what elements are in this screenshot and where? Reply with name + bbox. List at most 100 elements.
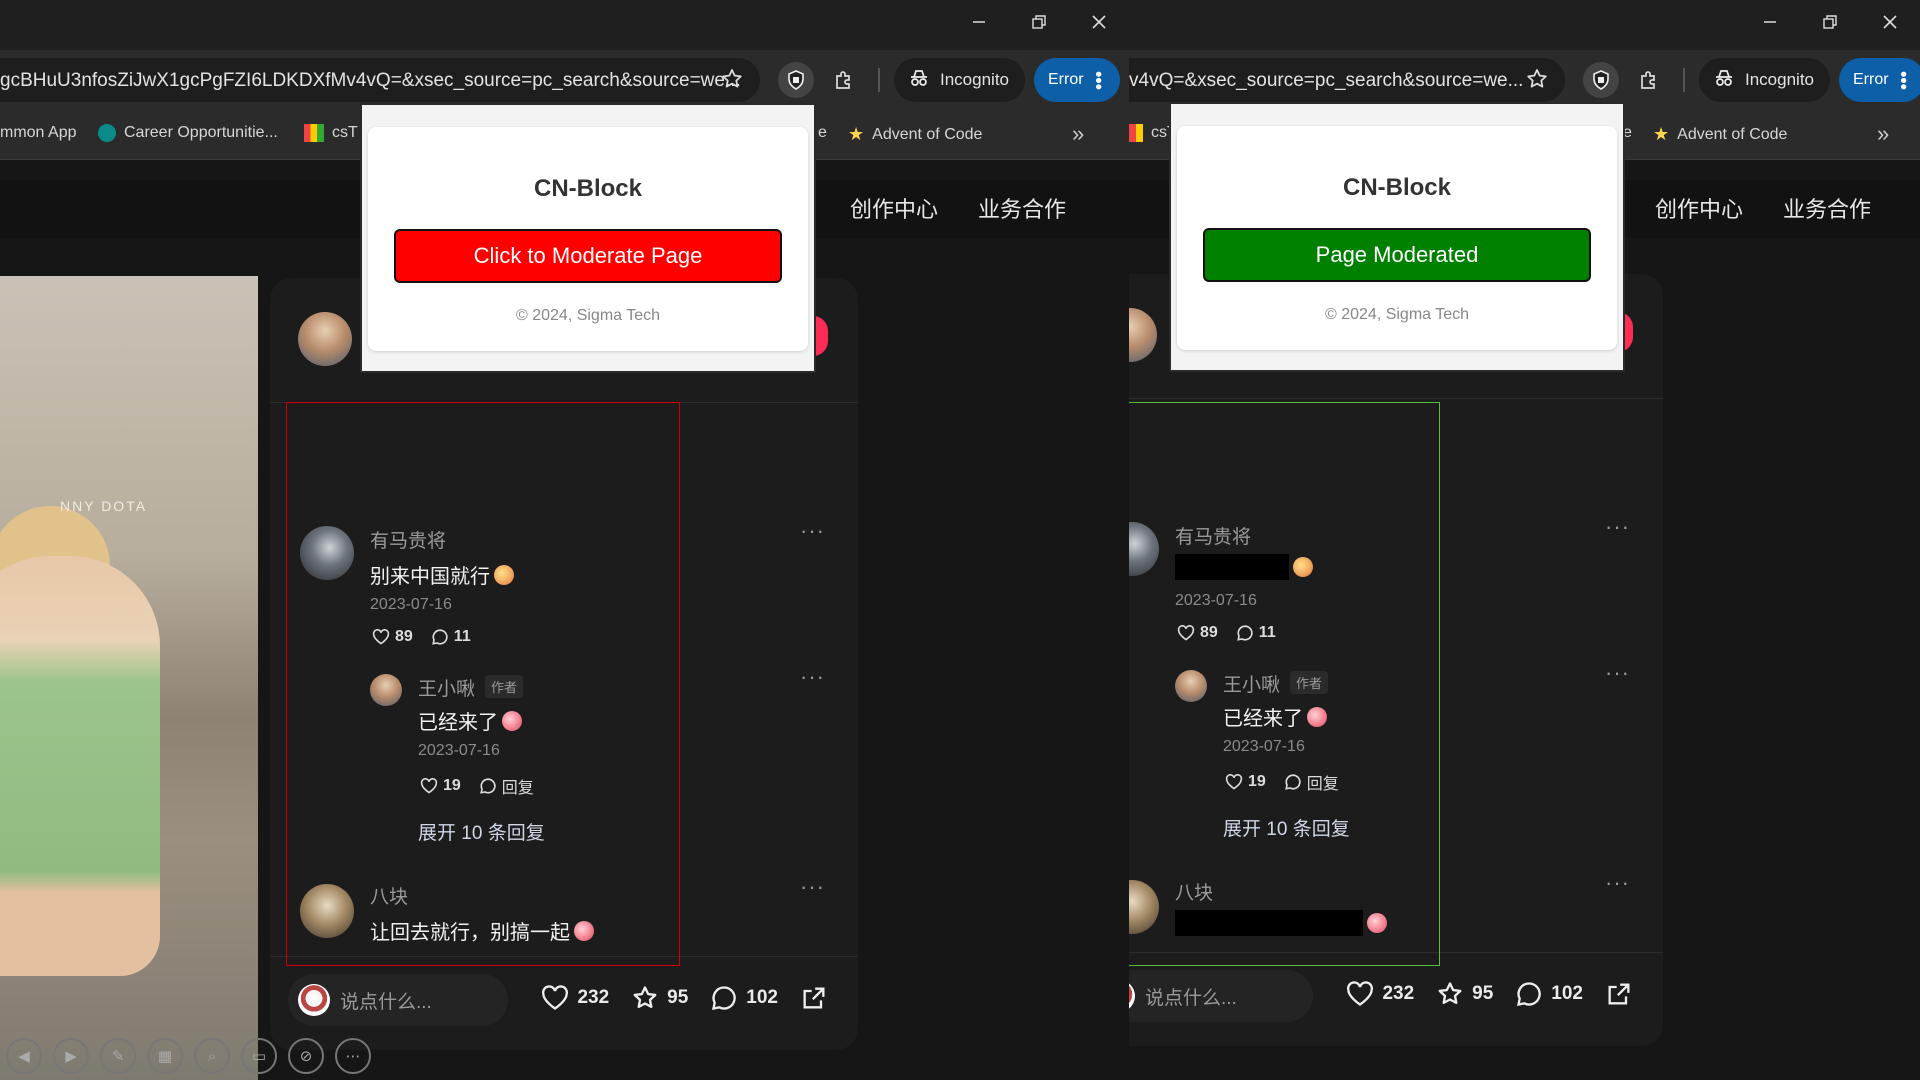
minimize-icon[interactable] [949,0,1009,44]
comment-icon [712,986,737,1010]
comment-input-placeholder: 说点什么... [1145,987,1237,1009]
comment-author[interactable]: 八块 [1175,878,1213,905]
moderate-button[interactable]: Click to Moderate Page [394,229,782,283]
bookmark-item[interactable]: Career Opportunitie... [98,124,278,142]
minimize-icon[interactable] [1740,0,1800,44]
camera-off-icon[interactable]: ⊘ [288,1038,324,1074]
zoom-icon[interactable]: ⌕ [194,1038,230,1074]
comment-icon [1517,982,1542,1006]
avatar[interactable] [1129,522,1159,576]
bookmark-item[interactable]: e [818,124,827,142]
more-options-icon[interactable]: ··· [1605,514,1630,540]
url-text[interactable]: gcBHuU3nfosZiJwX1gcPgFZI6LDKDXfMv4vQ=&xs… [0,70,741,92]
bookmark-item[interactable]: ★ Advent of Code [848,124,982,145]
reply-button[interactable]: 回复 [1284,770,1339,794]
subtitle-icon[interactable]: ▭ [241,1038,277,1074]
error-label: Error [1853,71,1889,88]
comment-date: 2023-07-16 [1175,592,1257,609]
error-button[interactable]: Error ••• [1034,58,1120,102]
more-options-icon[interactable]: ··· [1605,870,1630,896]
avatar[interactable] [1129,880,1159,934]
post-photo[interactable]: NNY DOTA [0,276,258,1080]
more-icon[interactable]: ⋯ [335,1038,371,1074]
like-button[interactable]: 89 [1177,624,1218,642]
nav-creator-center[interactable]: 创作中心 [850,192,938,224]
shield-icon[interactable] [1583,62,1619,98]
emoji-icon [1293,557,1313,577]
chevron-more-icon[interactable]: » [1877,121,1889,147]
post-like-button[interactable]: 232 [1346,981,1414,1007]
nav-business[interactable]: 业务合作 [1783,192,1871,224]
share-button[interactable] [1605,980,1633,1008]
prev-icon[interactable]: ◀ [6,1038,42,1074]
avatar[interactable] [370,674,402,706]
post-comment-button[interactable]: 102 [1515,980,1583,1008]
nav-creator-center[interactable]: 创作中心 [1655,192,1743,224]
more-options-icon[interactable]: ··· [800,664,825,690]
like-button[interactable]: 19 [1225,770,1266,794]
chevron-more-icon[interactable]: » [1072,121,1084,147]
moderated-status-button[interactable]: Page Moderated [1203,228,1591,282]
puzzle-icon[interactable] [826,62,862,98]
next-icon[interactable]: ▶ [53,1038,89,1074]
puzzle-icon[interactable] [1631,62,1667,98]
comment-author[interactable]: 王小啾 作者 [418,674,524,701]
popup-title: CN-Block [1342,174,1451,201]
redacted-comment-text [1175,554,1313,580]
more-options-icon[interactable]: ··· [800,518,825,544]
avatar[interactable] [300,884,354,938]
star-icon[interactable] [720,67,744,96]
restore-icon[interactable] [1009,0,1069,44]
share-button[interactable] [800,984,828,1012]
pen-icon[interactable]: ✎ [100,1038,136,1074]
popup-footer: © 2024, Sigma Tech [1324,306,1470,323]
avatar[interactable] [300,526,354,580]
comment-author[interactable]: 有马贵将 [1175,522,1251,549]
reply-button[interactable]: 11 [1236,624,1276,642]
author-avatar[interactable] [1129,308,1157,362]
like-button[interactable]: 89 [372,628,413,646]
like-button[interactable]: 19 [420,774,461,798]
heart-icon [1347,981,1374,1006]
advent-star-icon: ★ [848,124,865,144]
bookmark-item[interactable]: mmon App [0,124,76,142]
comment-author[interactable]: 王小啾 作者 [1223,670,1329,697]
address-bar[interactable]: v4vQ=&xsec_source=pc_search&source=we... [1129,58,1565,102]
bookmark-label: Advent of Code [1677,125,1788,143]
address-bar[interactable]: gcBHuU3nfosZiJwX1gcPgFZI6LDKDXfMv4vQ=&xs… [0,58,760,102]
grid-icon[interactable]: ▦ [147,1038,183,1074]
popup-panel: CN-Block Click to Moderate Page © 2024, … [368,127,808,351]
avatar[interactable] [1175,670,1207,702]
author-avatar[interactable] [298,312,352,366]
comment-text: 已经来了 [418,706,522,735]
post-collect-button[interactable]: 95 [631,984,688,1012]
comment-author[interactable]: 八块 [370,882,408,909]
comment-input[interactable]: 说点什么... [1129,970,1313,1022]
post-like-button[interactable]: 232 [541,985,609,1011]
shield-icon[interactable] [778,62,814,98]
close-icon[interactable] [1069,0,1129,44]
like-count: 19 [1248,773,1266,790]
reply-button[interactable]: 回复 [479,774,534,798]
error-button[interactable]: Error ••• [1839,58,1920,102]
expand-replies-link[interactable]: 展开 10 条回复 [418,818,545,845]
comment-input[interactable]: 说点什么... [288,974,508,1026]
post-comment-button[interactable]: 102 [710,984,778,1012]
close-icon[interactable] [1860,0,1920,44]
restore-icon[interactable] [1800,0,1860,44]
post-collect-button[interactable]: 95 [1436,980,1493,1008]
star-icon[interactable] [1525,67,1549,96]
incognito-badge[interactable]: Incognito [894,58,1025,102]
nav-business[interactable]: 业务合作 [978,192,1066,224]
bookmark-item[interactable]: ★ Advent of Code [1653,124,1787,145]
reply-button[interactable]: 11 [431,628,471,646]
url-text[interactable]: v4vQ=&xsec_source=pc_search&source=we... [1129,70,1523,92]
incognito-icon [908,68,930,93]
expand-replies-link[interactable]: 展开 10 条回复 [1223,814,1350,841]
incognito-badge[interactable]: Incognito [1699,58,1830,102]
post-action-bar: 说点什么... 232 95 102 [270,956,858,1050]
more-options-icon[interactable]: ··· [800,874,825,900]
comment-author[interactable]: 有马贵将 [370,526,446,553]
more-options-icon[interactable]: ··· [1605,660,1630,686]
bookmark-item[interactable]: csT [304,124,358,142]
